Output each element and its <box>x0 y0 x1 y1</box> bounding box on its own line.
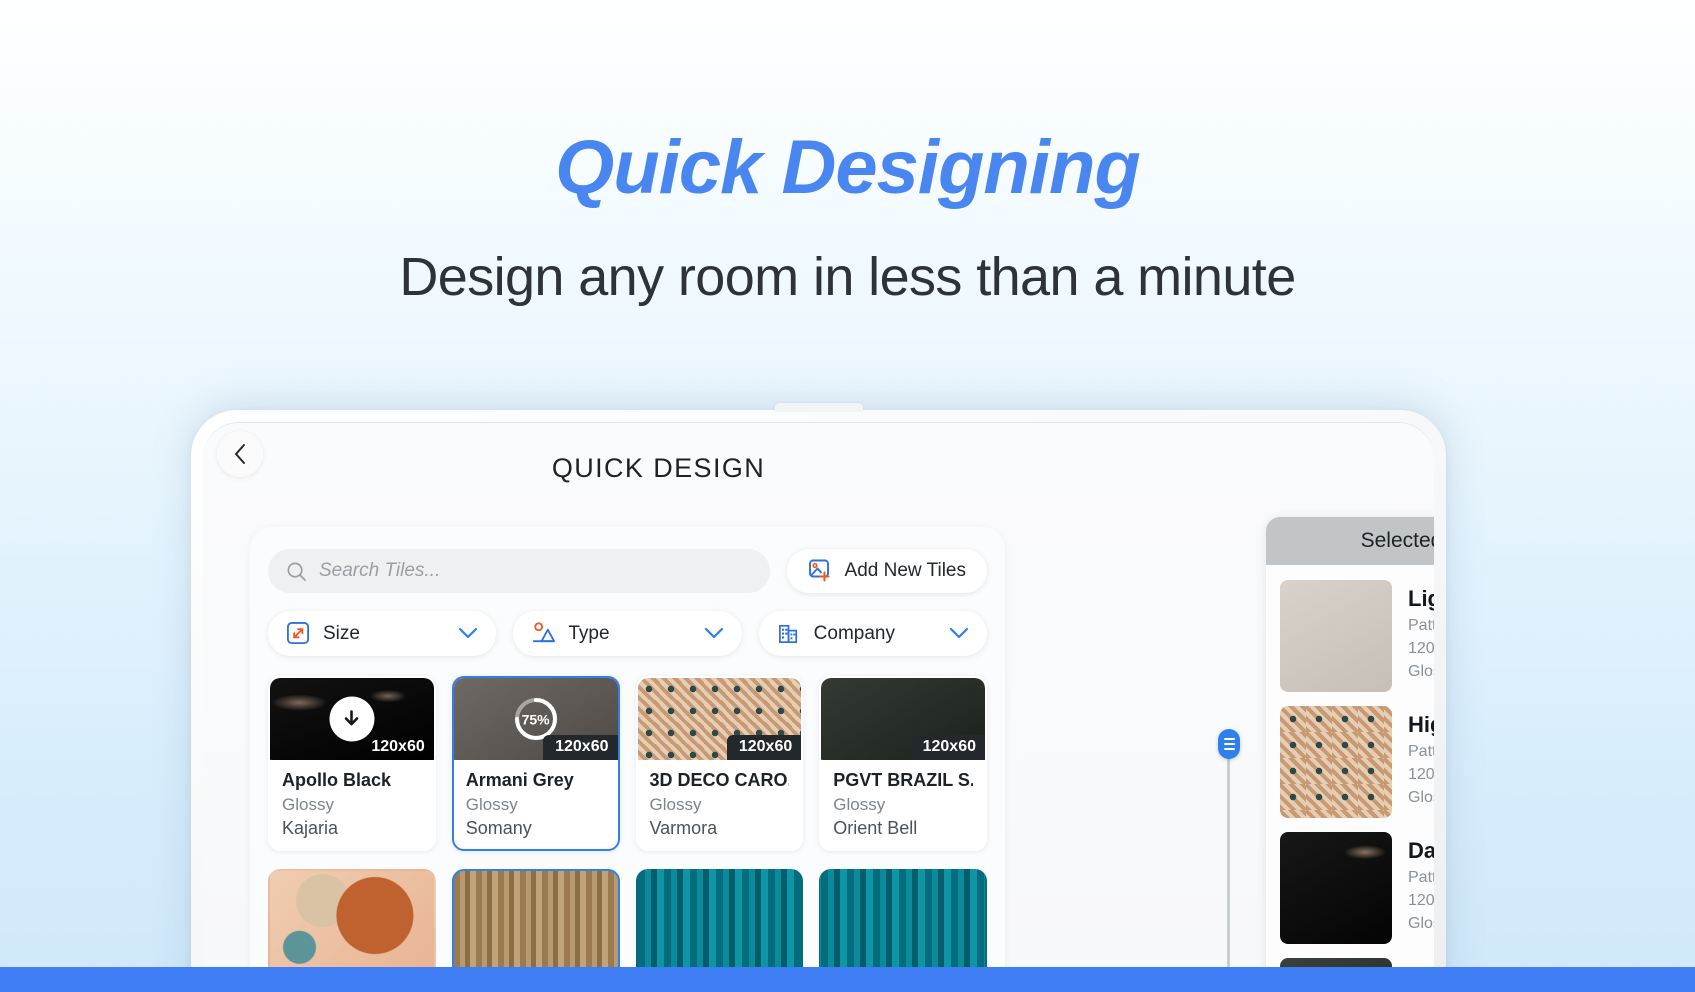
scroll-grip-line <box>1223 743 1235 745</box>
selected-tile-meta: Dark Pattern title 120x60 Glossy <box>1408 832 1434 944</box>
selected-tile-pattern: Pattern title <box>1408 869 1434 886</box>
tile-brand: Kajaria <box>282 818 339 838</box>
scroll-grip-line <box>1223 738 1235 740</box>
tile-thumbnail: 120x60 <box>637 678 802 760</box>
tile-grid-row-1: 120x60 Apollo Black Glossy Kajaria 75% 1… <box>268 676 987 851</box>
tile-size-badge: 120x60 <box>543 735 618 760</box>
scrollbar-track[interactable] <box>1227 757 1230 992</box>
tile-thumbnail: 120x60 <box>821 678 985 760</box>
building-icon <box>778 624 797 644</box>
selected-tile-title: Highlighter <box>1408 712 1434 737</box>
selected-tile-meta: Light Pattern title 120x60 Glossy <box>1408 580 1434 692</box>
filter-company-label: Company <box>813 622 895 644</box>
page-subtitle: Design any room in less than a minute <box>399 247 1296 307</box>
tile-finish: Glossy <box>649 795 702 814</box>
selected-tile-finish: Glossy <box>1408 789 1434 806</box>
scroll-grip-line <box>1223 748 1235 750</box>
download-progress-label: 75% <box>521 711 550 727</box>
list-item[interactable]: Highlighter Pattern title 120x60 Glossy <box>1266 699 1434 825</box>
selected-tile-title: Light <box>1408 586 1434 611</box>
resize-icon <box>287 622 310 645</box>
chevron-down-icon <box>459 627 478 639</box>
bottom-accent-bar <box>0 967 1695 992</box>
selected-tile-thumbnail <box>1280 832 1392 944</box>
tile-finish: Glossy <box>833 795 886 814</box>
search-placeholder: Search Tiles... <box>319 560 441 581</box>
tile-brand: Somany <box>465 818 532 838</box>
filter-size[interactable]: Size <box>268 611 497 656</box>
tile-thumbnail: 120x60 <box>270 678 434 760</box>
tile-card[interactable] <box>451 869 620 979</box>
tile-brand: Orient Bell <box>833 818 918 838</box>
search-input[interactable]: Search Tiles... <box>268 549 770 593</box>
tile-finish: Glossy <box>282 795 334 814</box>
filter-type-label: Type <box>568 622 610 644</box>
tile-size-badge: 120x60 <box>726 735 802 760</box>
selected-tiles-list: Light Pattern title 120x60 Glossy Highli… <box>1266 565 1434 992</box>
page-title: Quick Designing <box>555 125 1141 210</box>
tile-name: Armani Grey <box>465 770 574 790</box>
tile-card[interactable] <box>819 869 987 979</box>
tile-name: 3D DECO CARO.. <box>649 770 790 790</box>
list-item[interactable]: Light Pattern title 120x60 Glossy <box>1266 573 1434 699</box>
scrollbar-grip[interactable] <box>1218 729 1240 759</box>
app-header: QUICK DESIGN <box>203 423 1434 499</box>
filter-row: Size Type Company <box>268 611 987 656</box>
search-icon <box>287 562 306 581</box>
list-item[interactable]: Dark Pattern title 120x60 Glossy <box>1266 825 1434 951</box>
tile-card[interactable] <box>635 869 804 979</box>
hero-section: Quick Designing Design any room in less … <box>0 0 1695 306</box>
selected-tile-pattern: Pattern title <box>1408 743 1434 760</box>
selected-tile-finish: Glossy <box>1408 663 1434 680</box>
tile-size-badge: 120x60 <box>371 738 425 755</box>
selected-tile-finish: Glossy <box>1408 915 1434 932</box>
filter-company[interactable]: Company <box>758 611 987 656</box>
selected-tile-size: 120x60 <box>1408 892 1434 909</box>
tile-name: PGVT BRAZIL S.. <box>833 770 973 790</box>
add-new-tiles-button[interactable]: Add New Tiles <box>786 549 987 593</box>
tablet-speaker-notch <box>774 403 863 412</box>
selected-tile-title: Dark <box>1408 838 1434 863</box>
filter-type[interactable]: Type <box>513 611 742 656</box>
tile-browser-panel: Search Tiles... Add New Tiles Size Type … <box>250 527 1005 992</box>
selected-tile-size: 120x60 <box>1408 766 1434 783</box>
app-body: Search Tiles... Add New Tiles Size Type … <box>203 499 1434 992</box>
tile-brand: Varmora <box>649 818 718 838</box>
chevron-down-icon <box>949 627 969 639</box>
tile-card[interactable]: 75% 120x60 Armani Grey Glossy Somany <box>451 676 620 851</box>
tile-finish: Glossy <box>465 795 518 814</box>
tile-size-badge: 120x60 <box>910 735 985 760</box>
tile-thumbnail: 75% 120x60 <box>453 678 618 760</box>
tile-grid-row-2 <box>268 869 987 979</box>
selected-tile-size: 120x60 <box>1408 640 1434 657</box>
app-screen: QUICK DESIGN Search Tiles... Add New Til… <box>203 422 1434 992</box>
tablet-device-frame: QUICK DESIGN Search Tiles... Add New Til… <box>191 403 1446 992</box>
selected-tiles-header: Selected Tiles <box>1266 517 1434 565</box>
tile-card[interactable]: 120x60 PGVT BRAZIL S.. Glossy Orient Bel… <box>819 676 987 851</box>
app-title: QUICK DESIGN <box>551 453 766 483</box>
tile-card[interactable]: 120x60 3D DECO CARO.. Glossy Varmora <box>635 676 804 851</box>
tile-card[interactable]: 120x60 Apollo Black Glossy Kajaria <box>268 676 436 851</box>
selected-tile-pattern: Pattern title <box>1408 617 1434 634</box>
download-arrow-icon <box>345 709 359 725</box>
tile-card[interactable] <box>268 869 436 979</box>
chevron-down-icon <box>704 627 723 639</box>
selected-tile-meta: Highlighter Pattern title 120x60 Glossy <box>1408 706 1434 818</box>
search-row: Search Tiles... Add New Tiles <box>268 549 987 593</box>
filter-size-label: Size <box>323 622 360 644</box>
selected-tile-thumbnail <box>1280 706 1392 818</box>
shape-type-icon <box>533 622 556 643</box>
selected-tiles-panel: Selected Tiles Light Pattern title 120x6… <box>1266 517 1434 992</box>
add-image-icon <box>808 559 830 582</box>
selected-tile-thumbnail <box>1280 580 1392 692</box>
add-new-tiles-label: Add New Tiles <box>844 560 966 581</box>
tile-name: Apollo Black <box>282 770 392 790</box>
